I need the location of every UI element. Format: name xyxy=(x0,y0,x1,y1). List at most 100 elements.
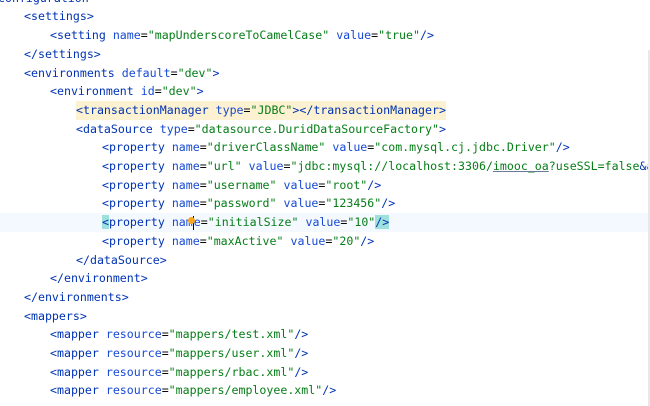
code-text: configuration xyxy=(0,0,89,7)
code-line[interactable]: <settings> xyxy=(0,7,650,26)
code-line[interactable]: <environment id="dev"> xyxy=(0,82,650,101)
code-text: <property name="url" value="jdbc:mysql:/… xyxy=(102,157,650,176)
code-token: </environment> xyxy=(50,271,148,286)
code-line[interactable]: </environment> xyxy=(0,269,650,288)
code-token: = xyxy=(200,215,208,230)
code-line[interactable]: <dataSource type="datasource.DuridDataSo… xyxy=(0,120,650,139)
code-token: /> xyxy=(322,383,337,398)
code-token: imooc_oa xyxy=(492,159,549,173)
code-token: "username" xyxy=(206,177,277,192)
code-line[interactable]: <property name="driverClassName" value="… xyxy=(0,138,650,157)
code-token: name xyxy=(171,140,200,155)
code-token: resource xyxy=(105,346,162,360)
code-token: name xyxy=(171,177,200,192)
code-token: <environment xyxy=(50,84,141,99)
code-text: <property name="driverClassName" value="… xyxy=(102,138,570,157)
code-token: "url" xyxy=(206,159,242,173)
code-token: value xyxy=(332,140,368,155)
code-token: "dev" xyxy=(177,65,213,80)
code-token: = xyxy=(199,177,207,192)
code-text: <property name="maxActive" value="20"/> xyxy=(102,232,374,251)
code-token: <mapper xyxy=(50,346,106,360)
code-token: <property xyxy=(102,159,172,173)
code-token: = xyxy=(199,196,207,211)
code-token: value xyxy=(283,196,319,211)
code-token: value xyxy=(248,159,284,173)
code-token: e xyxy=(193,215,201,230)
code-text: <environments default="dev"> xyxy=(24,64,219,83)
code-token: default xyxy=(121,65,171,80)
code-token: /> xyxy=(375,215,390,230)
code-token: /> xyxy=(381,196,396,211)
code-token: "20" xyxy=(332,233,361,248)
code-line[interactable]: <mappers> xyxy=(0,307,650,326)
code-token: <property xyxy=(102,140,172,155)
code-token: > xyxy=(212,65,220,80)
code-line[interactable]: <transactionManager type="JDBC"></transa… xyxy=(0,100,650,120)
code-text: <property name="password" value="123456"… xyxy=(102,194,395,213)
code-line[interactable]: <property name="password" value="123456"… xyxy=(0,194,650,213)
code-text: </environment> xyxy=(50,269,148,288)
code-token: = xyxy=(199,159,207,173)
code-token: "jdbc:mysql://localhost:3306/ xyxy=(290,159,493,173)
code-token: value xyxy=(336,28,372,43)
code-token: resource xyxy=(105,327,162,342)
code-text: <environment id="dev"> xyxy=(50,82,204,101)
code-text: <mapper resource="mappers/employee.xml"/… xyxy=(50,381,336,400)
code-token: </dataSource> xyxy=(76,252,167,267)
code-token: = xyxy=(187,121,195,136)
code-token: > xyxy=(196,84,204,99)
code-token: ></transactionManager> xyxy=(292,102,446,117)
code-line[interactable]: <mapper resource="mappers/test.xml"/> xyxy=(0,325,650,344)
code-token: "true" xyxy=(378,28,420,43)
code-text: <settings> xyxy=(24,7,94,26)
code-line[interactable]: </environments> xyxy=(0,288,650,307)
code-token: = xyxy=(161,346,169,360)
code-token: > xyxy=(438,121,446,136)
code-token: "maxActive" xyxy=(206,233,284,248)
code-token: value xyxy=(290,233,326,248)
code-token: value xyxy=(305,215,341,230)
code-line[interactable]: </dataSource> xyxy=(0,251,650,270)
code-line[interactable]: <environments default="dev"> xyxy=(0,64,650,83)
code-text: <setting name="mapUnderscoreToCamelCase"… xyxy=(50,26,434,45)
code-token: <dataSource xyxy=(76,121,160,136)
code-text: </environments> xyxy=(24,288,129,307)
code-line[interactable]: <property name="maxActive" value="20"/> xyxy=(0,232,650,251)
code-text: </settings> xyxy=(24,45,101,64)
code-line[interactable]: <property name="url" value="jdbc:mysql:/… xyxy=(0,157,650,176)
code-line[interactable]: <setting name="mapUnderscoreToCamelCase"… xyxy=(0,26,650,45)
code-line[interactable]: <property name="username" value="root"/> xyxy=(0,176,650,195)
code-line[interactable]: </settings> xyxy=(0,45,650,64)
code-token: <property xyxy=(102,177,172,192)
code-text: <mapper resource="mappers/test.xml"/> xyxy=(50,325,308,344)
code-token: /> xyxy=(555,140,570,155)
code-line[interactable]: configuration xyxy=(0,0,650,7)
code-token: < xyxy=(102,215,109,230)
code-token: /> xyxy=(367,177,382,192)
code-token: /> xyxy=(294,346,309,360)
code-token: name xyxy=(171,233,200,248)
code-editor[interactable]: configuration <settings><setting name="ma… xyxy=(0,0,650,406)
code-line[interactable]: <mapper resource="mappers/rbac.xml"/> xyxy=(0,363,650,382)
code-token: "mappers/test.xml" xyxy=(168,327,295,342)
code-token: "mappers/user.xml" xyxy=(168,346,295,360)
code-line[interactable]: <mapper resource="mappers/user.xml"/> xyxy=(0,344,650,363)
code-token: <mappers> xyxy=(24,308,87,323)
code-text: <property name="initialSize" value="10"/… xyxy=(102,213,390,232)
code-token: <mapper xyxy=(50,327,106,342)
code-token: = xyxy=(199,233,207,248)
code-token: = xyxy=(283,159,291,173)
code-token: /> xyxy=(294,364,309,379)
code-token: <property xyxy=(102,233,172,248)
code-token: = xyxy=(199,140,207,155)
code-token: value xyxy=(283,177,319,192)
code-token: /> xyxy=(419,28,434,43)
code-line-current[interactable]: <property name="initialSize" value="10"/… xyxy=(0,213,650,232)
code-token: configuration xyxy=(0,0,89,5)
code-token: "datasource.DuridDataSourceFactory" xyxy=(194,121,439,136)
code-token: <mapper xyxy=(50,364,106,379)
code-line[interactable]: <mapper resource="mappers/employee.xml"/… xyxy=(0,381,650,400)
